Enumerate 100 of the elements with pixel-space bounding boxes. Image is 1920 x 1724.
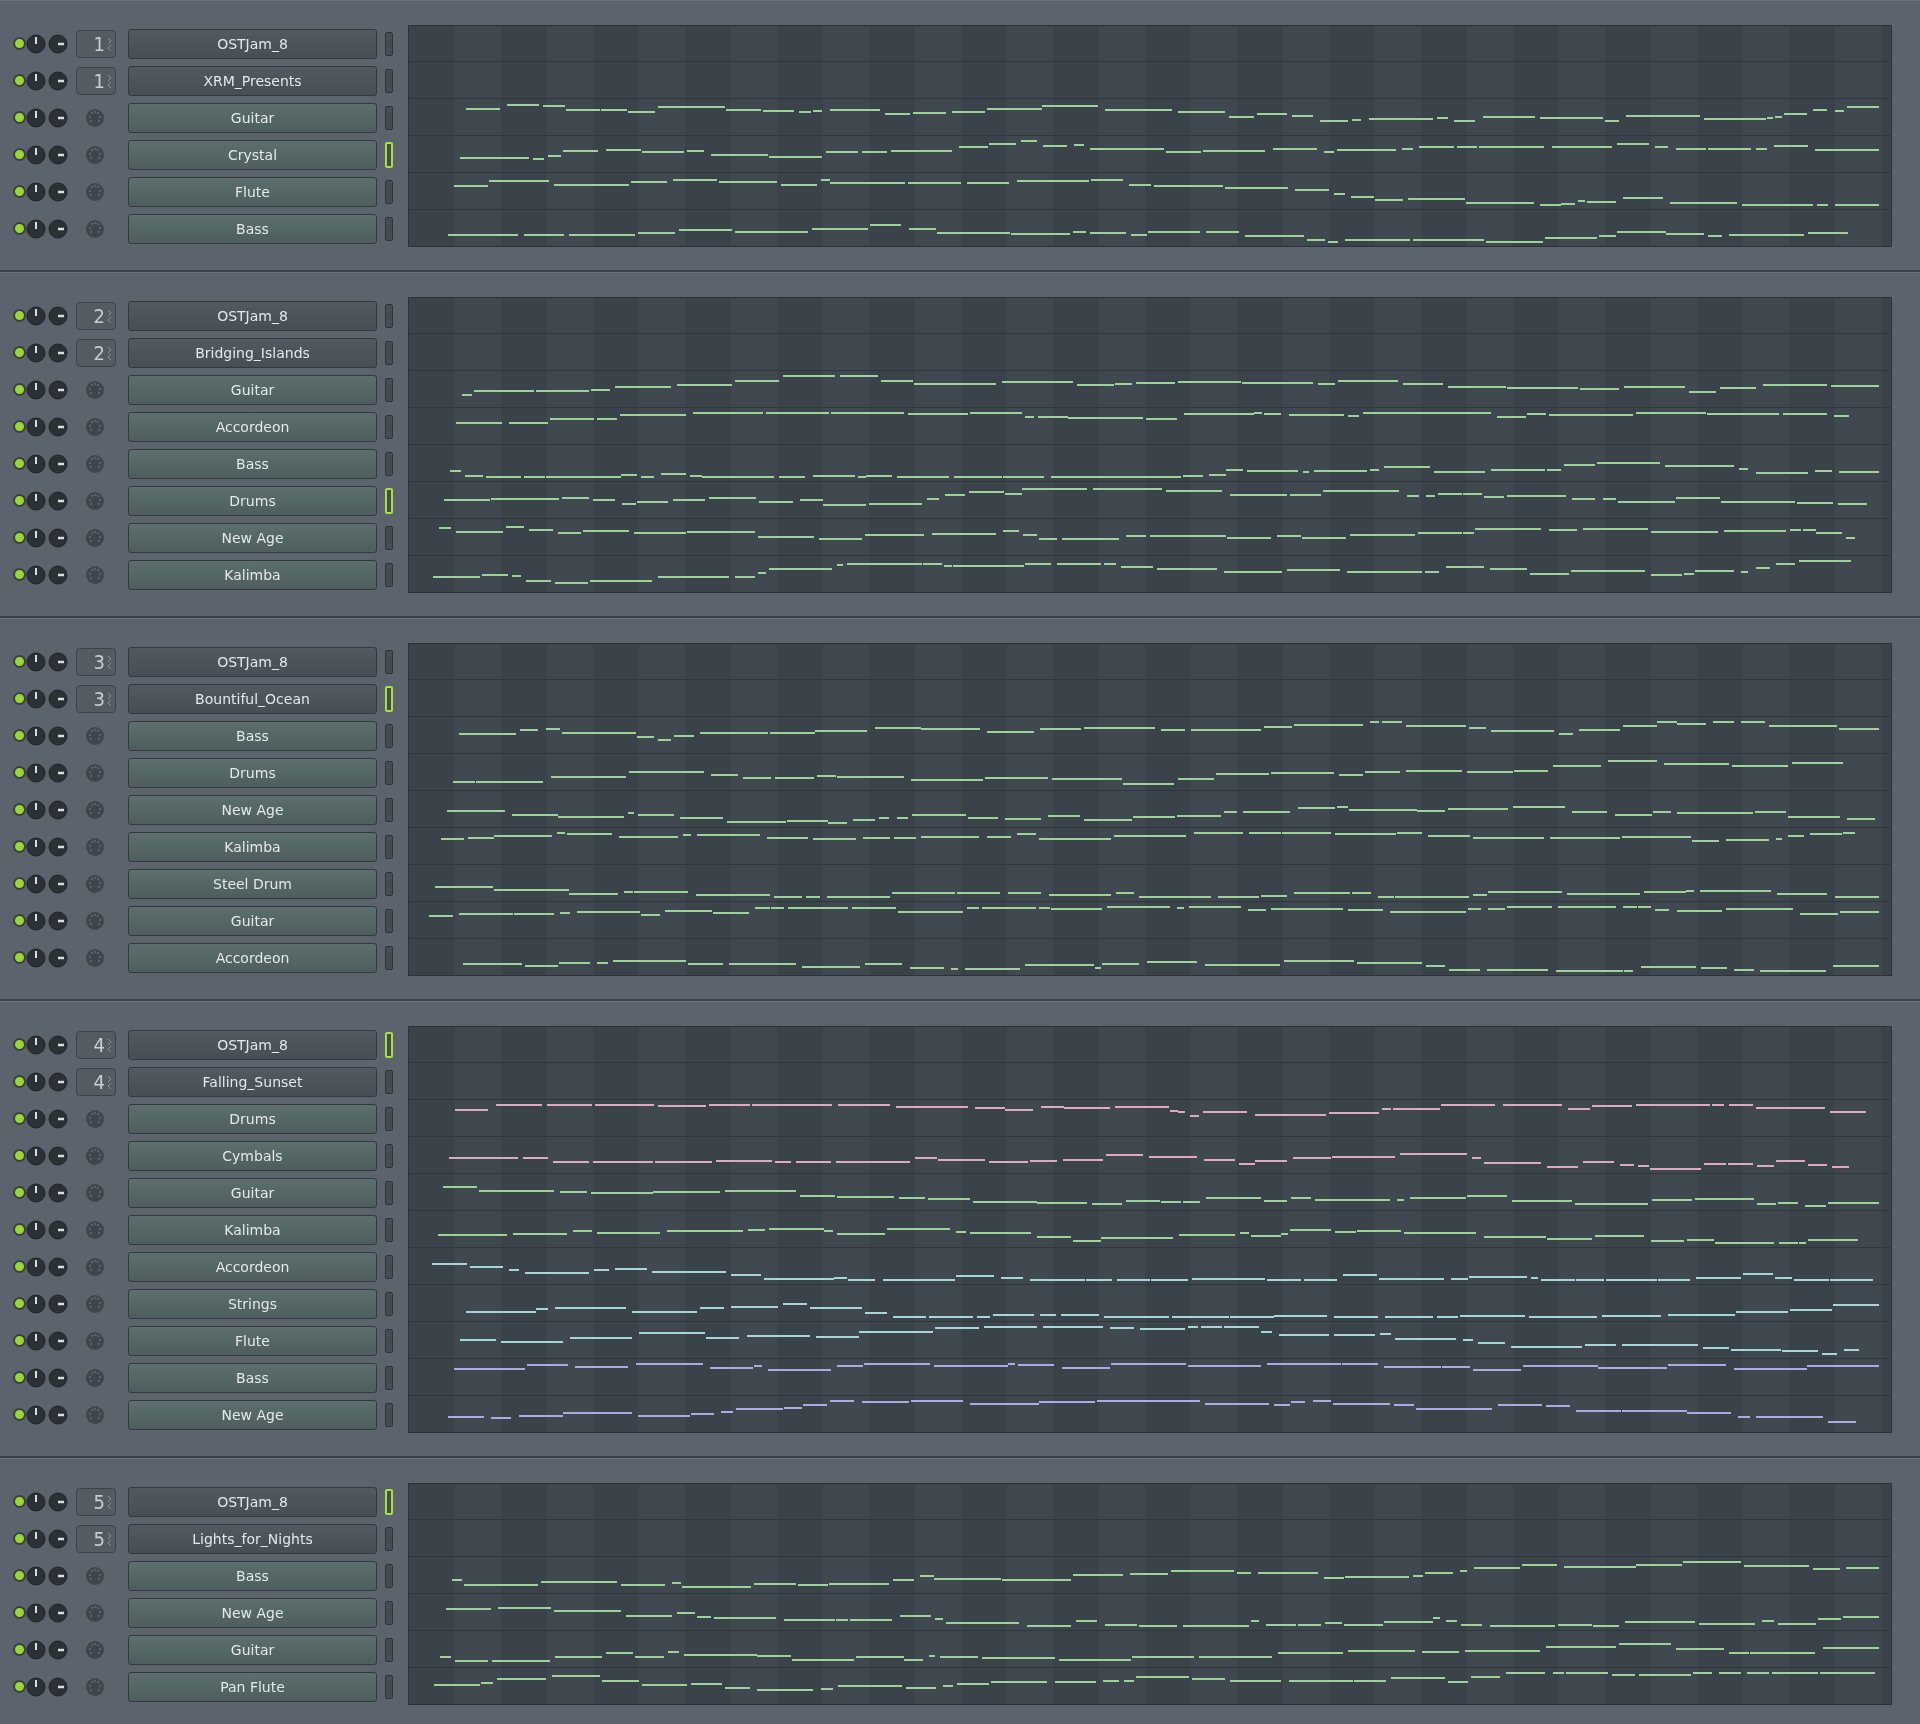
channel-name-button[interactable]: Pan Flute [128, 1671, 377, 1702]
knob-icon[interactable] [26, 1219, 46, 1240]
channel-name-button[interactable]: OSTJam_8 [128, 28, 377, 59]
mute-led[interactable] [12, 1186, 26, 1199]
knob-icon[interactable] [48, 873, 68, 894]
knob-icon[interactable] [48, 1256, 68, 1277]
mute-led[interactable] [12, 74, 26, 87]
pattern-number-field[interactable]: 4 [76, 1067, 116, 1096]
mute-led[interactable] [12, 877, 26, 890]
mute-led[interactable] [12, 568, 26, 581]
mute-led[interactable] [12, 1371, 26, 1384]
knob-icon[interactable] [26, 305, 46, 326]
mute-led[interactable] [12, 1606, 26, 1619]
pattern-number-field[interactable]: 3 [76, 684, 116, 713]
knob-icon[interactable] [26, 490, 46, 511]
channel-name-button[interactable]: OSTJam_8 [128, 1029, 377, 1060]
mute-led[interactable] [12, 914, 26, 927]
knob-icon[interactable] [26, 1528, 46, 1549]
knob-icon[interactable] [48, 1145, 68, 1166]
channel-name-button[interactable]: New Age [128, 794, 377, 825]
mute-led[interactable] [12, 37, 26, 50]
channel-name-button[interactable]: Drums [128, 1103, 377, 1134]
channel-name-button[interactable]: OSTJam_8 [128, 300, 377, 331]
channel-name-button[interactable]: Lights_for_Nights [128, 1523, 377, 1554]
channel-name-button[interactable]: Bass [128, 1560, 377, 1591]
knob-icon[interactable] [48, 1367, 68, 1388]
channel-name-button[interactable]: Accordeon [128, 1251, 377, 1282]
knob-icon[interactable] [26, 873, 46, 894]
knob-icon[interactable] [26, 1676, 46, 1697]
knob-icon[interactable] [26, 1034, 46, 1055]
knob-icon[interactable] [26, 181, 46, 202]
channel-name-button[interactable]: Accordeon [128, 942, 377, 973]
knob-icon[interactable] [48, 416, 68, 437]
knob-icon[interactable] [48, 144, 68, 165]
channel-name-button[interactable]: Kalimba [128, 559, 377, 590]
channel-name-button[interactable]: Guitar [128, 1177, 377, 1208]
pattern-number-field[interactable]: 1 [76, 29, 116, 58]
knob-icon[interactable] [48, 342, 68, 363]
channel-name-button[interactable]: Kalimba [128, 831, 377, 862]
mute-led[interactable] [12, 1569, 26, 1582]
channel-name-button[interactable]: New Age [128, 522, 377, 553]
mute-led[interactable] [12, 840, 26, 853]
mute-led[interactable] [12, 222, 26, 235]
channel-name-button[interactable]: New Age [128, 1597, 377, 1628]
channel-name-button[interactable]: Bridging_Islands [128, 337, 377, 368]
channel-name-button[interactable]: Drums [128, 757, 377, 788]
knob-icon[interactable] [26, 910, 46, 931]
knob-icon[interactable] [26, 527, 46, 548]
pattern-number-field[interactable]: 5 [76, 1487, 116, 1516]
knob-icon[interactable] [48, 910, 68, 931]
knob-icon[interactable] [26, 107, 46, 128]
knob-icon[interactable] [26, 651, 46, 672]
mute-led[interactable] [12, 111, 26, 124]
knob-icon[interactable] [26, 688, 46, 709]
knob-icon[interactable] [48, 490, 68, 511]
mute-led[interactable] [12, 1075, 26, 1088]
pattern-number-field[interactable]: 4 [76, 1030, 116, 1059]
knob-icon[interactable] [26, 1602, 46, 1623]
knob-icon[interactable] [26, 1330, 46, 1351]
knob-icon[interactable] [26, 1404, 46, 1425]
channel-name-button[interactable]: Bass [128, 720, 377, 751]
channel-name-button[interactable]: Guitar [128, 905, 377, 936]
knob-icon[interactable] [26, 1108, 46, 1129]
knob-icon[interactable] [48, 799, 68, 820]
mute-led[interactable] [12, 185, 26, 198]
knob-icon[interactable] [48, 1108, 68, 1129]
channel-name-button[interactable]: Bountiful_Ocean [128, 683, 377, 714]
knob-icon[interactable] [48, 1528, 68, 1549]
mute-led[interactable] [12, 1532, 26, 1545]
mute-led[interactable] [12, 346, 26, 359]
channel-name-button[interactable]: Accordeon [128, 411, 377, 442]
mute-led[interactable] [12, 803, 26, 816]
mute-led[interactable] [12, 531, 26, 544]
knob-icon[interactable] [26, 33, 46, 54]
mute-led[interactable] [12, 1297, 26, 1310]
knob-icon[interactable] [26, 342, 46, 363]
mute-led[interactable] [12, 457, 26, 470]
knob-icon[interactable] [48, 1676, 68, 1697]
knob-icon[interactable] [48, 1602, 68, 1623]
knob-icon[interactable] [26, 1256, 46, 1277]
mute-led[interactable] [12, 309, 26, 322]
knob-icon[interactable] [26, 1565, 46, 1586]
knob-icon[interactable] [26, 70, 46, 91]
channel-name-button[interactable]: Guitar [128, 374, 377, 405]
mute-led[interactable] [12, 1334, 26, 1347]
mute-led[interactable] [12, 1408, 26, 1421]
knob-icon[interactable] [48, 1404, 68, 1425]
knob-icon[interactable] [48, 453, 68, 474]
channel-name-button[interactable]: Bass [128, 1362, 377, 1393]
mute-led[interactable] [12, 1260, 26, 1273]
knob-icon[interactable] [48, 1639, 68, 1660]
channel-name-button[interactable]: Falling_Sunset [128, 1066, 377, 1097]
knob-icon[interactable] [26, 1293, 46, 1314]
channel-name-button[interactable]: XRM_Presents [128, 65, 377, 96]
channel-name-button[interactable]: New Age [128, 1399, 377, 1430]
knob-icon[interactable] [48, 1182, 68, 1203]
channel-name-button[interactable]: OSTJam_8 [128, 1486, 377, 1517]
channel-name-button[interactable]: Guitar [128, 1634, 377, 1665]
knob-icon[interactable] [48, 762, 68, 783]
channel-name-button[interactable]: Drums [128, 485, 377, 516]
